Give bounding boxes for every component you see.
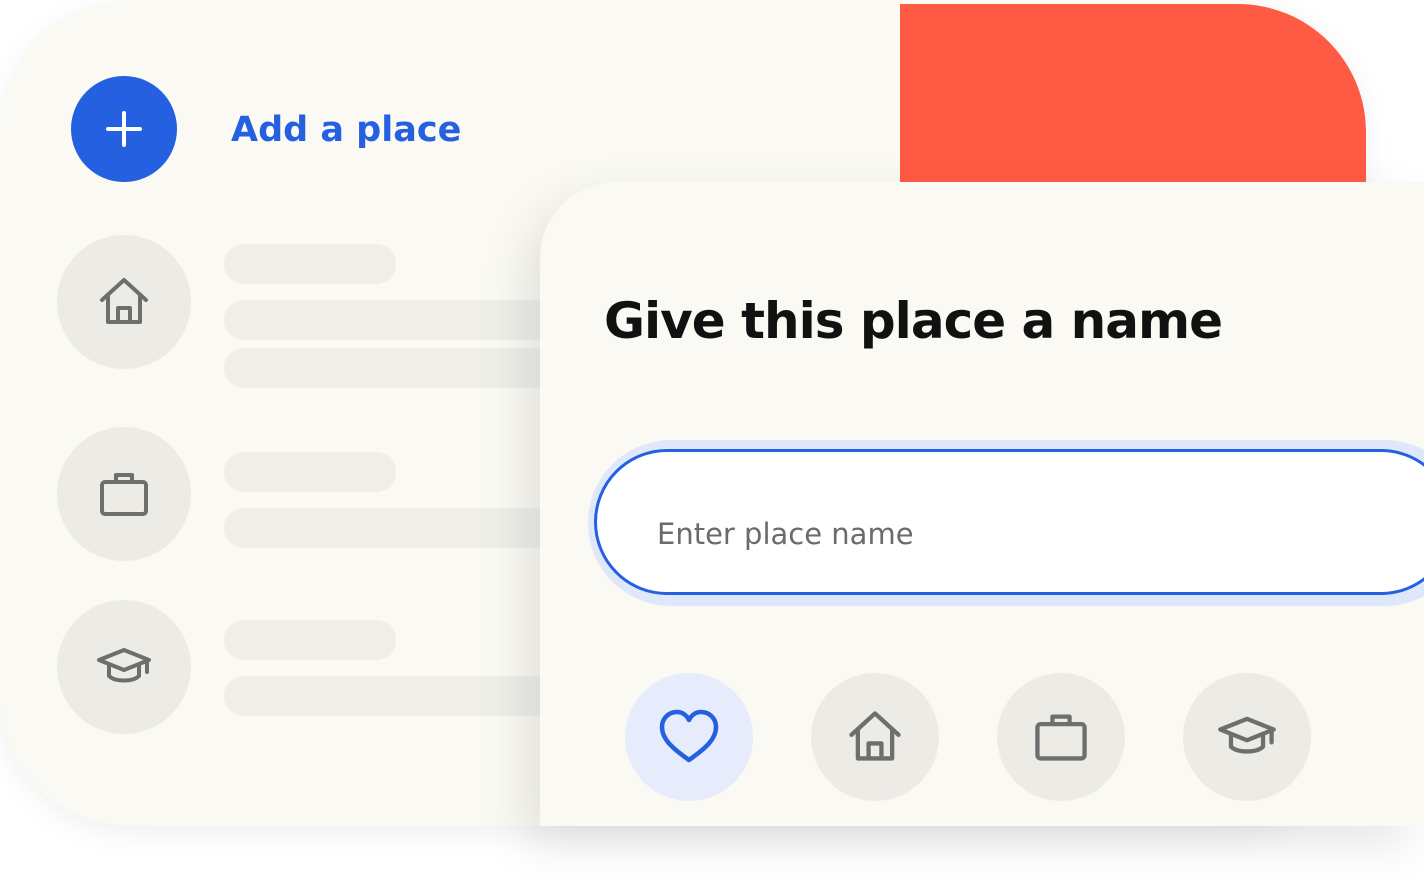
place-item-home-avatar[interactable] <box>57 235 191 369</box>
accent-decoration <box>900 4 1366 182</box>
add-place-label[interactable]: Add a place <box>231 104 461 156</box>
place-name-input[interactable] <box>594 449 1424 595</box>
graduation-cap-icon <box>1216 706 1278 768</box>
graduation-cap-icon <box>95 638 153 696</box>
icon-choice-home[interactable] <box>811 673 939 801</box>
place-item-school-avatar[interactable] <box>57 600 191 734</box>
briefcase-icon <box>1031 707 1091 767</box>
icon-choice-work[interactable] <box>997 673 1125 801</box>
icon-choice-heart[interactable] <box>625 673 753 801</box>
place-item-work-avatar[interactable] <box>57 427 191 561</box>
name-place-dialog: Give this place a name <box>540 182 1424 826</box>
skeleton-line <box>224 620 396 660</box>
stage: Add a place Give this place a name Enter… <box>0 0 1424 880</box>
place-name-input-focus-ring <box>588 440 1424 606</box>
home-icon <box>845 707 905 767</box>
skeleton-line <box>224 452 396 492</box>
home-icon <box>96 274 152 330</box>
heart-icon <box>658 708 720 766</box>
icon-choice-school[interactable] <box>1183 673 1311 801</box>
dialog-title: Give this place a name <box>604 292 1223 350</box>
briefcase-icon <box>96 466 152 522</box>
add-place-button[interactable] <box>71 76 177 182</box>
skeleton-line <box>224 244 396 284</box>
plus-icon <box>104 109 144 149</box>
